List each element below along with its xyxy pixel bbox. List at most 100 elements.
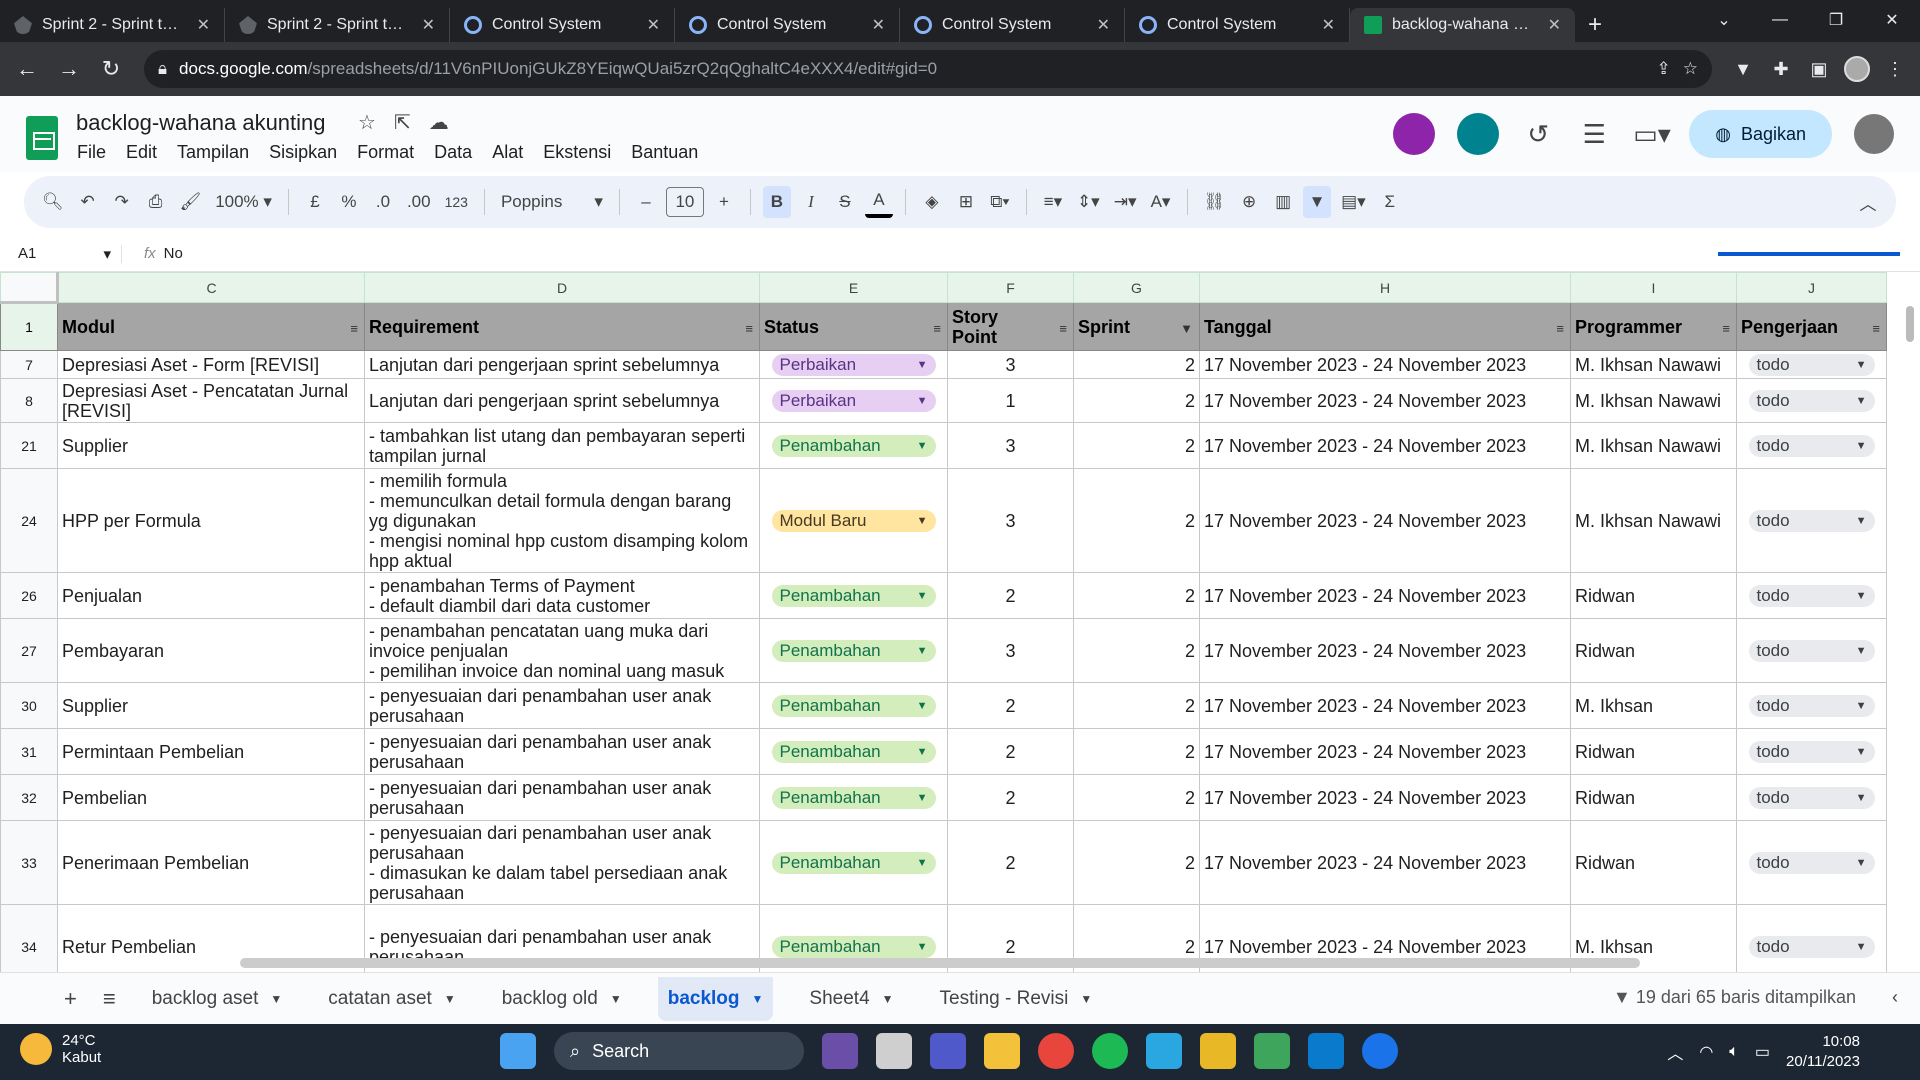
filter-views-icon[interactable]: ▤▾ [1337, 186, 1370, 218]
status-dropdown-chip[interactable]: Perbaikan ▼ [771, 389, 936, 412]
cell-modul[interactable]: Supplier [57, 422, 365, 469]
spotify-icon[interactable] [1092, 1033, 1128, 1069]
cell-tanggal[interactable]: 17 November 2023 - 24 November 2023 [1199, 774, 1571, 821]
cell-requirement[interactable]: - tambahkan list utang dan pembayaran se… [364, 422, 760, 469]
sheet-tab[interactable]: backlog aset ▼ [142, 977, 293, 1021]
header-cell[interactable]: Story Point ≡ [947, 302, 1074, 351]
version-history-icon[interactable]: ↺ [1521, 119, 1555, 150]
app-icon[interactable] [1146, 1033, 1182, 1069]
decrease-font-size-button[interactable]: – [632, 186, 660, 218]
cell-programmer[interactable]: M. Ikhsan Nawawi [1570, 350, 1737, 379]
reload-button[interactable]: ↻ [96, 56, 126, 82]
filter-icon[interactable]: ≡ [1872, 319, 1880, 339]
pengerjaan-dropdown-chip[interactable]: todo ▼ [1748, 434, 1875, 457]
cell-requirement[interactable]: - penambahan Terms of Payment - default … [364, 572, 760, 619]
comments-icon[interactable]: ☰ [1577, 119, 1611, 150]
merge-cells-icon[interactable]: ⧉▾ [986, 186, 1014, 218]
row-number[interactable]: 7 [0, 350, 58, 379]
new-tab-button[interactable]: + [1575, 8, 1615, 42]
pengerjaan-dropdown-chip[interactable]: todo ▼ [1748, 694, 1875, 717]
close-tab-icon[interactable]: ✕ [872, 15, 885, 35]
menu-item-data[interactable]: Data [434, 142, 472, 163]
add-sheet-icon[interactable]: + [64, 986, 77, 1012]
file-explorer-icon[interactable] [984, 1033, 1020, 1069]
row-number[interactable]: 8 [0, 378, 58, 423]
row-number[interactable]: 21 [0, 422, 58, 469]
chevron-down-icon[interactable]: ▼ [882, 992, 894, 1006]
cell-modul[interactable]: Depresiasi Aset - Pencatatan Jurnal [REV… [57, 378, 365, 423]
pengerjaan-dropdown-chip[interactable]: todo ▼ [1748, 584, 1875, 607]
cell-programmer[interactable]: Ridwan [1570, 572, 1737, 619]
filter-icon[interactable]: ≡ [350, 319, 358, 339]
chevron-down-icon[interactable]: ▼ [610, 992, 622, 1006]
forward-button[interactable]: → [54, 56, 84, 82]
menu-item-alat[interactable]: Alat [492, 142, 523, 163]
app-icon[interactable] [1254, 1033, 1290, 1069]
bold-button[interactable]: B [762, 186, 791, 218]
cell-story-point[interactable]: 2 [947, 682, 1074, 729]
cell-story-point[interactable]: 3 [947, 468, 1074, 573]
column-header-d[interactable]: D [364, 272, 760, 303]
extension-v-icon[interactable]: ▼ [1730, 59, 1756, 80]
row-number[interactable]: 31 [0, 728, 58, 775]
battery-icon[interactable]: ▭ [1755, 1042, 1770, 1062]
browser-tab[interactable]: Sprint 2 - Sprint task ✕ [225, 8, 450, 42]
collaborator-avatar[interactable] [1393, 113, 1436, 155]
increase-decimal-button[interactable]: .00 [403, 186, 435, 218]
cell-pengerjaan[interactable]: todo ▼ [1736, 618, 1887, 683]
cell-pengerjaan[interactable]: todo ▼ [1736, 422, 1887, 469]
clock[interactable]: 10:08 20/11/2023 [1786, 1032, 1860, 1072]
cell-requirement[interactable]: - penyesuaian dari penambahan user anak … [364, 774, 760, 821]
status-dropdown-chip[interactable]: Penambahan ▼ [771, 851, 936, 874]
app-icon[interactable] [822, 1033, 858, 1069]
cell-programmer[interactable]: Ridwan [1570, 728, 1737, 775]
close-tab-icon[interactable]: ✕ [1097, 15, 1110, 35]
cell-tanggal[interactable]: 17 November 2023 - 24 November 2023 [1199, 618, 1571, 683]
select-all-corner[interactable] [0, 272, 59, 304]
text-wrap-icon[interactable]: ⇥▾ [1110, 186, 1141, 218]
teams-icon[interactable] [930, 1033, 966, 1069]
cell-story-point[interactable]: 2 [947, 774, 1074, 821]
cell-tanggal[interactable]: 17 November 2023 - 24 November 2023 [1199, 682, 1571, 729]
pengerjaan-dropdown-chip[interactable]: todo ▼ [1748, 740, 1875, 763]
cell-pengerjaan[interactable]: todo ▼ [1736, 572, 1887, 619]
collapse-side-icon[interactable]: ‹ [1892, 987, 1898, 1008]
weather-widget[interactable]: 24°C Kabut [20, 1032, 101, 1066]
browser-tab[interactable]: Sprint 2 - Sprint task ✕ [0, 8, 225, 42]
cell-sprint[interactable]: 2 [1073, 618, 1200, 683]
cell-status[interactable]: Penambahan ▼ [759, 422, 948, 469]
filter-icon[interactable]: ≡ [933, 319, 941, 339]
extensions-puzzle-icon[interactable]: ✚ [1768, 59, 1794, 80]
cell-status[interactable]: Penambahan ▼ [759, 682, 948, 729]
row-number[interactable]: 34 [0, 904, 58, 972]
row-number[interactable]: 32 [0, 774, 58, 821]
pengerjaan-dropdown-chip[interactable]: todo ▼ [1748, 639, 1875, 662]
back-button[interactable]: ← [12, 56, 42, 82]
cell-tanggal[interactable]: 17 November 2023 - 24 November 2023 [1199, 422, 1571, 469]
cell-sprint[interactable]: 2 [1073, 774, 1200, 821]
taskbar-search[interactable]: ⌕ Search [554, 1032, 804, 1070]
browser-tab[interactable]: Control System ✕ [1125, 8, 1350, 42]
percent-format-button[interactable]: % [335, 186, 363, 218]
status-dropdown-chip[interactable]: Modul Baru ▼ [771, 509, 936, 532]
cell-story-point[interactable]: 2 [947, 820, 1074, 905]
menu-item-bantuan[interactable]: Bantuan [631, 142, 698, 163]
filter-icon[interactable]: ▼ [1303, 186, 1332, 218]
cell-pengerjaan[interactable]: todo ▼ [1736, 728, 1887, 775]
horizontal-scrollbar[interactable] [240, 958, 1640, 968]
vscode-icon[interactable] [1308, 1033, 1344, 1069]
cell-modul[interactable]: Permintaan Pembelian [57, 728, 365, 775]
menu-item-tampilan[interactable]: Tampilan [177, 142, 249, 163]
header-cell[interactable]: Status ≡ [759, 302, 948, 351]
zoom-select[interactable]: 100% ▾ [211, 186, 276, 218]
cell-sprint[interactable]: 2 [1073, 820, 1200, 905]
status-dropdown-chip[interactable]: Penambahan ▼ [771, 434, 936, 457]
filter-icon[interactable]: ≡ [745, 319, 753, 339]
close-tab-icon[interactable]: ✕ [197, 15, 210, 35]
cell-story-point[interactable]: 1 [947, 378, 1074, 423]
column-header-g[interactable]: G [1073, 272, 1200, 303]
cell-status[interactable]: Perbaikan ▼ [759, 350, 948, 379]
name-box[interactable]: A1 ▾ [0, 244, 122, 263]
move-folder-icon[interactable]: ⇱ [394, 110, 411, 135]
cell-sprint[interactable]: 2 [1073, 468, 1200, 573]
